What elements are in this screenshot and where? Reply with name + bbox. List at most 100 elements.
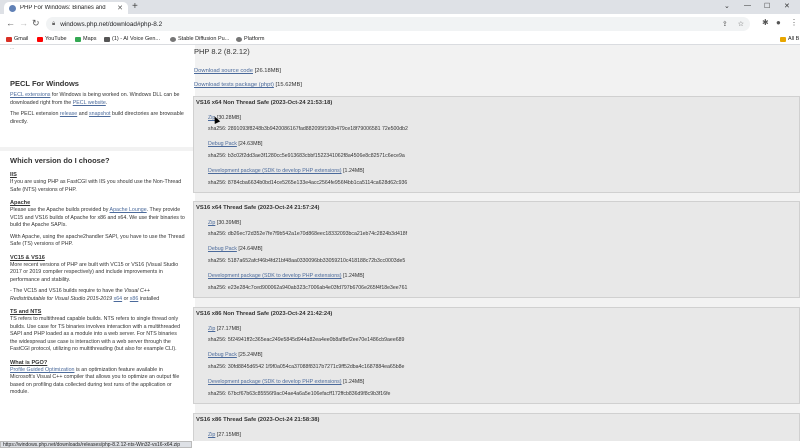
text: or bbox=[122, 295, 130, 302]
extensions-icon[interactable]: ✱ bbox=[762, 18, 769, 27]
bookmark-label: All B bbox=[788, 36, 800, 42]
pgo-link[interactable]: Profile Guided Optimization bbox=[10, 367, 74, 373]
star-icon[interactable]: ☆ bbox=[738, 20, 744, 28]
text: Please use the Apache builds provided by bbox=[10, 207, 110, 214]
vc-heading[interactable]: VC15 & VS16 bbox=[10, 255, 185, 261]
vc-paragraph: More recent versions of PHP are built wi… bbox=[10, 261, 179, 283]
dev-package-link[interactable]: Development package (SDK to develop PHP … bbox=[208, 273, 342, 279]
share-icon[interactable]: ⇪ bbox=[722, 20, 728, 28]
release-link[interactable]: release bbox=[60, 111, 77, 117]
size: [1.24MB] bbox=[343, 168, 365, 174]
maps-icon bbox=[75, 36, 81, 42]
browser-tab[interactable]: PHP For Windows: Binaries and ✕ bbox=[4, 2, 128, 14]
close-window-icon[interactable]: ✕ bbox=[784, 2, 790, 10]
source-link[interactable]: Download source code bbox=[194, 68, 253, 74]
bookmark-maps[interactable]: Maps bbox=[75, 36, 96, 42]
zip-link[interactable]: Zip bbox=[208, 220, 215, 226]
debug-row: Debug Pack [24.64MB] bbox=[208, 246, 263, 252]
pecl-build-paragraph: The PECL extension release and snapshot … bbox=[10, 111, 185, 126]
apache-lounge-link[interactable]: Apache Lounge bbox=[110, 207, 147, 213]
sha256-hash: sha256: e23e284c7ced900062a940ab323c7006… bbox=[208, 285, 408, 291]
zip-row: Zip [27.15MB] bbox=[208, 432, 241, 438]
tab-strip: PHP For Windows: Binaries and ✕ + ⌄ — ☐ … bbox=[0, 0, 800, 14]
sha256-hash: sha256: 2891093f8248b3b9420086167fad8820… bbox=[208, 126, 408, 132]
debug-pack-link[interactable]: Debug Pack bbox=[208, 141, 237, 147]
build-title: VS16 x64 Non Thread Safe (2023-Oct-24 21… bbox=[196, 100, 333, 106]
pecl-title: PECL For Windows bbox=[10, 79, 79, 88]
text: installed bbox=[138, 295, 160, 302]
forward-icon[interactable]: → bbox=[19, 18, 28, 28]
pecl-extensions-link[interactable]: PECL extensions bbox=[10, 92, 50, 98]
back-icon[interactable]: ← bbox=[6, 18, 15, 28]
zip-link[interactable]: Zip bbox=[208, 432, 215, 438]
iis-heading[interactable]: IIS bbox=[10, 172, 185, 178]
debug-pack-link[interactable]: Debug Pack bbox=[208, 352, 237, 358]
tests-link[interactable]: Download tests package (phpt) bbox=[194, 82, 274, 88]
sha256-hash: sha256: 8784cba6634b0bd14ce5265e133e4acc… bbox=[208, 180, 408, 186]
bookmark-label: Maps bbox=[83, 36, 97, 42]
all-bookmarks[interactable]: All B bbox=[780, 36, 799, 42]
bookmark-ai-voice[interactable]: (1) - AI Voice Gen... bbox=[104, 36, 160, 42]
menu-icon[interactable]: ⋮ bbox=[790, 18, 798, 27]
zip-row: Zip [30.39MB] bbox=[208, 220, 241, 226]
build-box: VS16 x86 Non Thread Safe (2023-Oct-24 21… bbox=[193, 307, 800, 404]
status-url-bar: https://windows.php.net/downloads/releas… bbox=[0, 441, 192, 448]
which-version-title: Which version do I choose? bbox=[10, 156, 110, 165]
ts-nts-heading[interactable]: TS and NTS bbox=[10, 309, 185, 315]
tab-search-icon[interactable]: ⌄ bbox=[724, 2, 730, 10]
php-favicon-icon bbox=[9, 4, 16, 12]
apache-heading[interactable]: Apache bbox=[10, 200, 185, 206]
bookmark-label: YouTube bbox=[45, 36, 67, 42]
build-box: VS16 x64 Non Thread Safe (2023-Oct-24 21… bbox=[193, 96, 800, 193]
sha256-hash: sha256: 5f24941ff2c365eac249e5845d944a82… bbox=[208, 337, 405, 343]
bookmark-stable-diffusion[interactable]: Stable Diffusion Pu... bbox=[170, 36, 229, 42]
version-help-panel: Which version do I choose? IIS If you ar… bbox=[0, 151, 195, 441]
url-text[interactable]: windows.php.net/download#php-8.2 bbox=[60, 21, 712, 28]
apache-handler-paragraph: With Apache, using the apache2handler SA… bbox=[10, 233, 185, 248]
text: and bbox=[77, 111, 90, 118]
size: [1.24MB] bbox=[343, 379, 365, 385]
pecl-website-link[interactable]: PECL website bbox=[73, 100, 106, 106]
globe-icon bbox=[170, 36, 176, 42]
truncated-text: ... bbox=[10, 45, 15, 51]
new-tab-icon[interactable]: + bbox=[132, 1, 138, 12]
source-download: Download source code [26.18MB] bbox=[194, 68, 281, 74]
tab-title: PHP For Windows: Binaries and bbox=[20, 5, 106, 11]
address-bar[interactable]: 🔒︎ windows.php.net/download#php-8.2 ⇪ ☆ bbox=[46, 17, 750, 31]
globe-icon bbox=[236, 36, 242, 42]
sha256-hash: sha256: 30fd8845d6542 1f9f0a054ca37088f8… bbox=[208, 364, 405, 370]
debug-row: Debug Pack [24.63MB] bbox=[208, 141, 263, 147]
debug-pack-link[interactable]: Debug Pack bbox=[208, 246, 237, 252]
page-icon bbox=[104, 36, 110, 42]
zip-link[interactable]: Zip bbox=[208, 326, 215, 332]
bookmark-label: Platform bbox=[244, 36, 265, 42]
close-tab-icon[interactable]: ✕ bbox=[117, 4, 123, 12]
maximize-icon[interactable]: ☐ bbox=[764, 2, 770, 10]
zip-row: Zip [27.17MB] bbox=[208, 326, 241, 332]
sha256-hash: sha256: db26ec72d352e7fe7f9b542a1e70d868… bbox=[208, 231, 408, 237]
debug-row: Debug Pack [25.24MB] bbox=[208, 352, 263, 358]
size: [30.28MB] bbox=[216, 115, 241, 121]
build-box: VS16 x64 Thread Safe (2023-Oct-24 21:57:… bbox=[193, 201, 800, 298]
reload-icon[interactable]: ↻ bbox=[32, 18, 40, 29]
browser-toolbar: ← → ↻ 🔒︎ windows.php.net/download#php-8.… bbox=[0, 14, 800, 34]
sha256-hash: sha256: 5187a652afcf46b4fd21bf48aa033009… bbox=[208, 258, 406, 264]
pgo-heading[interactable]: What is PGO? bbox=[10, 360, 185, 366]
profile-icon[interactable]: ● bbox=[776, 18, 781, 27]
lock-icon: 🔒︎ bbox=[52, 20, 56, 27]
bookmark-youtube[interactable]: YouTube bbox=[37, 36, 67, 42]
build-title: VS16 x64 Thread Safe (2023-Oct-24 21:57:… bbox=[196, 205, 320, 211]
x64-link[interactable]: x64 bbox=[114, 296, 123, 302]
build-box: VS16 x86 Thread Safe (2023-Oct-24 21:58:… bbox=[193, 413, 800, 441]
vc-redist-paragraph: - The VC15 and VS16 builds require to ha… bbox=[10, 288, 185, 303]
bookmark-platform[interactable]: Platform bbox=[236, 36, 264, 42]
dev-package-link[interactable]: Development package (SDK to develop PHP … bbox=[208, 168, 342, 174]
page-content: ... PECL For Windows PECL extensions for… bbox=[0, 45, 800, 441]
dev-package-link[interactable]: Development package (SDK to develop PHP … bbox=[208, 379, 342, 385]
bookmark-gmail[interactable]: Gmail bbox=[6, 36, 28, 42]
pecl-panel: ... PECL For Windows PECL extensions for… bbox=[0, 45, 195, 147]
tests-download: Download tests package (phpt) [15.62MB] bbox=[194, 82, 302, 88]
snapshot-link[interactable]: snapshot bbox=[89, 111, 111, 117]
sha256-hash: sha256: b3c02f2dd3ae3f1280cc5e913683cbbf… bbox=[208, 153, 405, 159]
minimize-icon[interactable]: — bbox=[744, 2, 751, 9]
